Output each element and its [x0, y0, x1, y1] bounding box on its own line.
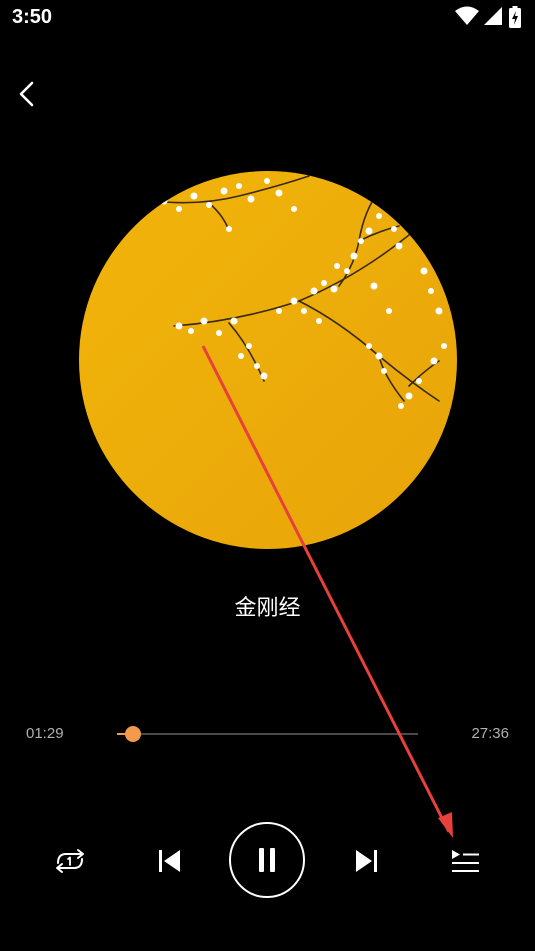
repeat-one-icon: [56, 849, 84, 873]
chevron-left-icon: [19, 81, 34, 107]
previous-icon: [159, 850, 180, 872]
back-button[interactable]: [14, 80, 42, 108]
signal-icon: [484, 7, 502, 25]
repeat-mode-button[interactable]: [50, 842, 90, 880]
previous-button[interactable]: [152, 844, 186, 878]
pause-button[interactable]: [229, 822, 305, 898]
status-time: 3:50: [12, 6, 53, 28]
total-time: 27:36: [471, 725, 509, 742]
battery-charging-icon: [509, 6, 521, 28]
album-cover: [79, 171, 457, 549]
track-title: 金刚经: [234, 596, 301, 621]
next-icon: [356, 850, 377, 872]
progress-bar[interactable]: [117, 726, 418, 742]
playlist-button[interactable]: [446, 842, 484, 880]
playlist-icon: [452, 850, 479, 872]
pause-icon: [259, 848, 275, 872]
status-bar: 3:50: [0, 0, 535, 36]
progress-thumb[interactable]: [125, 726, 142, 742]
next-button[interactable]: [350, 844, 384, 878]
elapsed-time: 01:29: [26, 725, 64, 742]
wifi-icon: [455, 6, 479, 25]
